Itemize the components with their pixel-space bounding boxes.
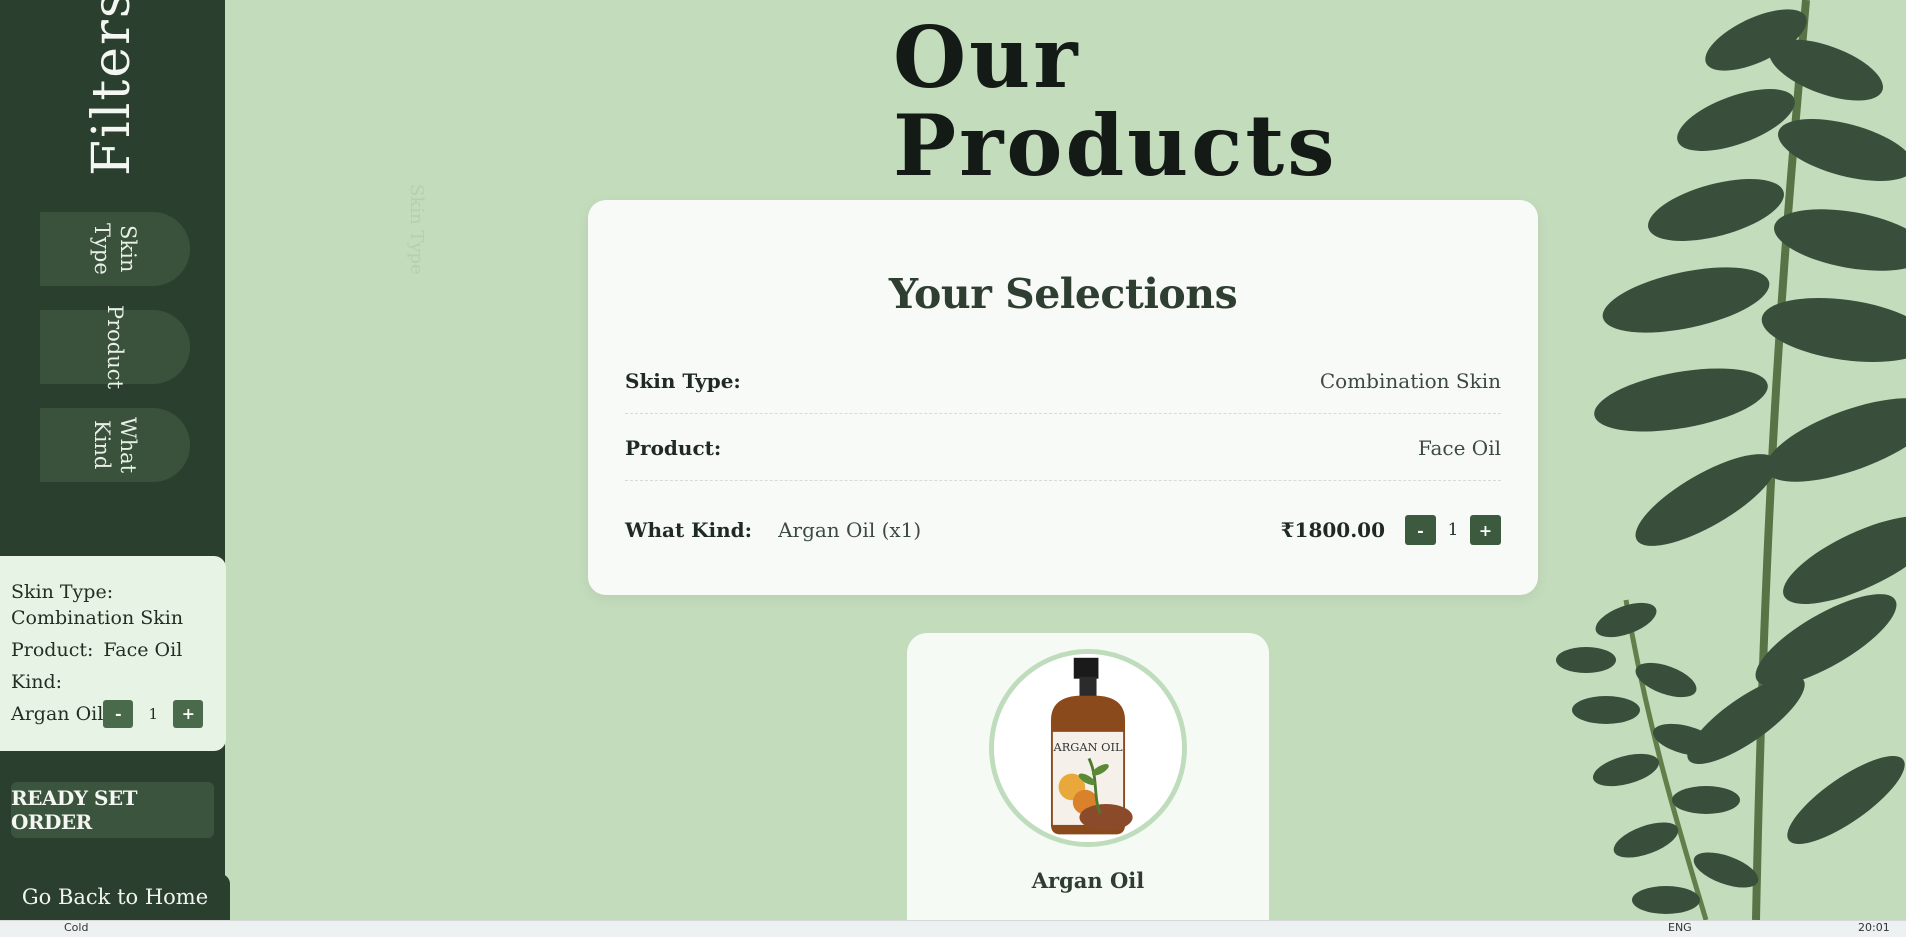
selection-skin-type-label: Skin Type:	[625, 368, 741, 393]
selection-kind-item: Argan Oil (x1)	[778, 518, 922, 542]
argan-oil-product-image: ARGAN OIL	[989, 649, 1187, 847]
selection-kind-label: What Kind:	[625, 518, 753, 542]
quantity-value: 1	[1447, 520, 1459, 540]
selection-product-label: Product:	[625, 435, 722, 460]
selections-heading: Your Selections	[888, 270, 1238, 318]
language-indicator[interactable]: ENG	[1668, 921, 1692, 934]
decrease-quantity-button[interactable]: -	[1405, 515, 1436, 545]
filter-product-button[interactable]: Product	[40, 305, 190, 389]
selection-row-kind: What Kind: Argan Oil (x1) ₹1800.00 - 1 +	[625, 510, 1501, 550]
filter-what-kind-button[interactable]: What Kind	[40, 408, 190, 482]
page-title: Our Products	[893, 14, 1338, 190]
product-name: Argan Oil	[1031, 868, 1145, 893]
selection-summary: Skin Type: Combination Skin Product: Fac…	[0, 556, 226, 751]
filter-product-label: Product	[103, 305, 127, 389]
page-title-line2: Products	[893, 96, 1338, 195]
ready-set-order-button[interactable]: READY SET ORDER	[11, 782, 214, 838]
os-taskbar: Cold ENG 20:01	[0, 920, 1906, 937]
argan-oil-bottle-illustration: ARGAN OIL	[994, 654, 1182, 842]
selection-product-value: Face Oil	[1417, 435, 1501, 460]
summary-kind-label: Kind:	[11, 671, 63, 693]
summary-increase-button[interactable]: +	[173, 700, 204, 728]
summary-skin-type-value: Combination Skin	[11, 607, 184, 629]
summary-product-value: Face Oil	[103, 639, 183, 661]
bottle-label-text: ARGAN OIL	[1052, 740, 1122, 754]
filter-skin-type-label: Skin Type	[90, 223, 140, 275]
increase-quantity-button[interactable]: +	[1470, 515, 1501, 545]
your-selections-panel: Your Selections Skin Type: Combination S…	[588, 200, 1538, 595]
summary-product-label: Product:	[11, 639, 94, 661]
summary-quantity: 1	[148, 705, 159, 723]
clock-text: 20:01	[1858, 921, 1890, 934]
summary-kind-item: Argan Oil	[11, 703, 104, 725]
go-back-home-link[interactable]: Go Back to Home	[0, 874, 230, 920]
filters-title: Filters	[82, 0, 142, 176]
filter-skin-type-button[interactable]: Skin Type	[40, 212, 190, 286]
filter-what-kind-label: What Kind	[90, 416, 140, 474]
selection-row-skin-type: Skin Type: Combination Skin	[625, 348, 1501, 414]
product-card[interactable]: ARGAN OIL Argan Oil	[907, 633, 1269, 923]
summary-decrease-button[interactable]: -	[103, 700, 134, 728]
selection-row-product: Product: Face Oil	[625, 415, 1501, 481]
selection-skin-type-value: Combination Skin	[1319, 368, 1501, 393]
ghost-skin-type-label: Skin Type	[406, 184, 427, 275]
page-title-line1: Our	[893, 8, 1081, 107]
selection-price: ₹1800.00	[1280, 518, 1385, 542]
weather-text: Cold	[64, 921, 89, 934]
